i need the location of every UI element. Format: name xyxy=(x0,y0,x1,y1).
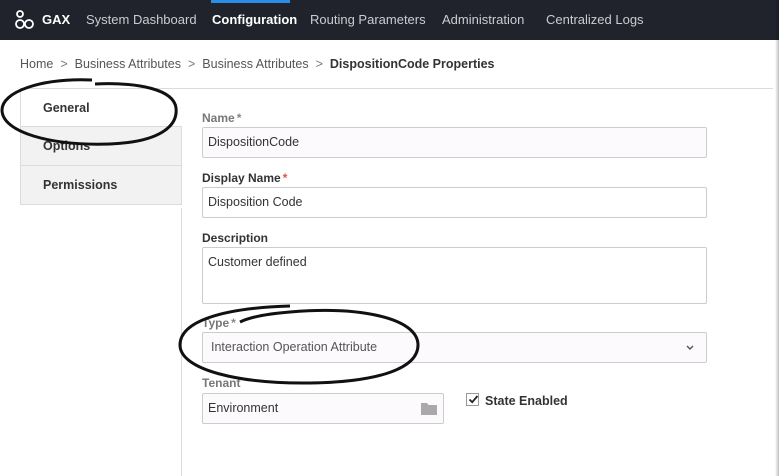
tenant-field[interactable]: Environment xyxy=(202,393,444,424)
nav-routing-parameters[interactable]: Routing Parameters xyxy=(310,12,426,27)
nav-system-dashboard[interactable]: System Dashboard xyxy=(86,12,197,27)
breadcrumb-business-attributes[interactable]: Business Attributes xyxy=(75,57,181,71)
window-edge-shadow xyxy=(775,0,779,476)
breadcrumb-business-attributes-2[interactable]: Business Attributes xyxy=(202,57,308,71)
tab-general[interactable]: General xyxy=(20,88,182,127)
breadcrumb: Home > Business Attributes > Business Attrib… xyxy=(20,57,495,71)
breadcrumb-separator: > xyxy=(315,57,323,71)
type-label-text: Type xyxy=(202,316,230,330)
type-select[interactable]: Interaction Operation Attribute xyxy=(202,332,707,363)
gax-logo-icon[interactable] xyxy=(14,9,34,31)
type-select-value: Interaction Operation Attribute xyxy=(211,340,378,354)
breadcrumb-current: DispositionCode Properties xyxy=(329,57,495,71)
property-tabs: General Options Permissions xyxy=(20,88,182,205)
type-label: Type * xyxy=(202,316,236,330)
breadcrumb-separator: > xyxy=(60,57,68,71)
tab-permissions[interactable]: Permissions xyxy=(20,166,182,205)
nav-administration[interactable]: Administration xyxy=(442,12,524,27)
name-label-text: Name xyxy=(202,111,235,125)
display-name-label-text: Display Name xyxy=(202,171,281,185)
content-divider xyxy=(182,88,773,89)
folder-icon[interactable] xyxy=(421,402,437,415)
tab-options[interactable]: Options xyxy=(20,127,182,166)
nav-centralized-logs[interactable]: Centralized Logs xyxy=(546,12,644,27)
name-label: Name * xyxy=(202,111,241,125)
tenant-label: Tenant xyxy=(202,376,241,390)
chevron-down-icon[interactable] xyxy=(684,341,696,353)
required-mark: * xyxy=(282,171,288,185)
state-enabled-label: State Enabled xyxy=(485,394,568,408)
nav-configuration[interactable]: Configuration xyxy=(212,12,297,27)
breadcrumb-separator: > xyxy=(187,57,196,71)
tenant-value: Environment xyxy=(208,401,279,415)
required-mark: * xyxy=(231,316,236,330)
top-navigation-bar: GAX System Dashboard Configuration Routi… xyxy=(0,0,779,40)
tabs-divider xyxy=(181,208,182,476)
breadcrumb-home[interactable]: Home xyxy=(20,57,53,71)
required-mark: * xyxy=(236,111,242,125)
active-nav-indicator xyxy=(211,0,290,3)
display-name-label: Display Name * xyxy=(202,171,287,185)
description-field[interactable]: Customer defined xyxy=(202,247,707,304)
name-field[interactable]: DispositionCode xyxy=(202,127,707,158)
brand-name[interactable]: GAX xyxy=(42,12,70,27)
state-enabled-checkbox[interactable] xyxy=(466,393,479,406)
checkmark-icon xyxy=(468,395,479,404)
description-label: Description xyxy=(202,231,269,245)
display-name-field[interactable]: Disposition Code xyxy=(202,187,707,218)
